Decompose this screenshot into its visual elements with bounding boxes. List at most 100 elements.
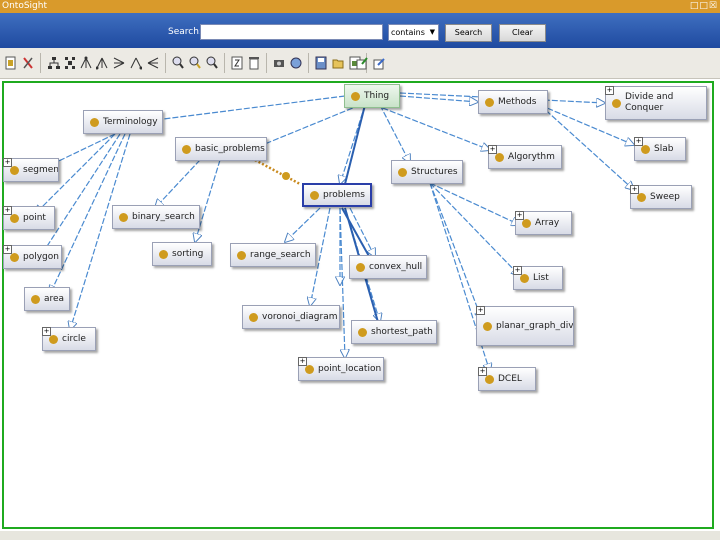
node-convex-hull[interactable]: convex_hull bbox=[349, 255, 427, 279]
node-planar-graph-division[interactable]: + planar_graph_division bbox=[476, 306, 574, 346]
node-label: binary_search bbox=[132, 212, 195, 222]
search-bar: Search: contains ▼ Search Clear bbox=[0, 13, 720, 48]
zoom-out-icon[interactable] bbox=[206, 56, 218, 70]
node-label: polygon bbox=[23, 252, 59, 262]
node-label: point bbox=[23, 213, 46, 223]
tree-left-alt-icon[interactable] bbox=[130, 56, 142, 70]
node-label: Structures bbox=[411, 167, 458, 177]
search-button[interactable]: Search bbox=[445, 24, 492, 42]
graph-canvas[interactable] bbox=[2, 81, 714, 529]
class-icon bbox=[182, 144, 191, 154]
expand-icon[interactable]: + bbox=[515, 211, 524, 220]
search-label: Search: bbox=[168, 27, 202, 37]
node-binary-search[interactable]: binary_search bbox=[112, 205, 200, 229]
expand-icon[interactable]: + bbox=[513, 266, 522, 275]
expand-icon[interactable]: + bbox=[298, 357, 307, 366]
toolbar-separator bbox=[266, 53, 267, 73]
node-shortest-path[interactable]: shortest_path bbox=[351, 320, 437, 344]
save-icon[interactable] bbox=[315, 56, 327, 70]
node-label: shortest_path bbox=[371, 327, 433, 337]
search-mode-select[interactable]: contains ▼ bbox=[388, 24, 439, 41]
tree-icon[interactable] bbox=[80, 56, 92, 70]
import-icon[interactable] bbox=[356, 56, 368, 70]
node-sweep[interactable]: + Sweep bbox=[630, 185, 692, 209]
node-divide-and-conquer[interactable]: + Divide and Conquer bbox=[605, 86, 707, 120]
class-icon bbox=[398, 167, 407, 177]
class-icon bbox=[90, 117, 99, 127]
node-label: DCEL bbox=[498, 374, 522, 384]
node-label: circle bbox=[62, 334, 86, 344]
sort-az-icon[interactable] bbox=[231, 56, 243, 70]
node-point[interactable]: + point bbox=[3, 206, 55, 230]
toolbar-separator bbox=[224, 53, 225, 73]
node-label: Divide and Conquer bbox=[625, 92, 674, 113]
expand-icon[interactable]: + bbox=[476, 306, 485, 315]
window-controls[interactable]: □□☒ bbox=[690, 0, 718, 13]
expand-icon[interactable]: + bbox=[605, 86, 614, 95]
node-algorythm[interactable]: + Algorythm bbox=[488, 145, 562, 169]
node-label: problems bbox=[323, 190, 365, 200]
node-dcel[interactable]: + DCEL bbox=[478, 367, 536, 391]
node-range-search[interactable]: range_search bbox=[230, 243, 316, 267]
cut-icon[interactable] bbox=[22, 56, 34, 70]
tree-alt-icon[interactable] bbox=[113, 56, 125, 70]
node-label: Methods bbox=[498, 97, 537, 107]
node-array[interactable]: + Array bbox=[515, 211, 572, 235]
class-icon bbox=[159, 249, 168, 259]
node-structures[interactable]: Structures bbox=[391, 160, 463, 184]
expand-icon[interactable]: + bbox=[488, 145, 497, 154]
open-icon[interactable] bbox=[332, 56, 344, 70]
expand-icon[interactable]: + bbox=[634, 137, 643, 146]
class-icon bbox=[249, 312, 258, 322]
title-bar: OntoSight □□☒ bbox=[0, 0, 720, 13]
node-segment[interactable]: + segment bbox=[3, 158, 59, 182]
node-basic-problems[interactable]: basic_problems bbox=[175, 137, 267, 161]
window-title: OntoSight bbox=[2, 1, 47, 11]
node-label: Algorythm bbox=[508, 152, 555, 162]
status-bar bbox=[0, 531, 720, 540]
delete-icon[interactable] bbox=[248, 56, 260, 70]
node-label: segment bbox=[23, 165, 58, 175]
node-polygon[interactable]: + polygon bbox=[3, 245, 62, 269]
node-point-location[interactable]: + point_location bbox=[298, 357, 384, 381]
search-mode-value: contains bbox=[391, 28, 425, 37]
class-icon bbox=[612, 98, 621, 108]
node-sorting[interactable]: sorting bbox=[152, 242, 212, 266]
node-circle[interactable]: + circle bbox=[42, 327, 96, 351]
hierarchy-alt-icon[interactable] bbox=[64, 56, 76, 70]
tree-right-icon[interactable] bbox=[147, 56, 159, 70]
share-icon[interactable] bbox=[373, 56, 385, 70]
class-icon bbox=[237, 250, 246, 260]
zoom-in-icon[interactable] bbox=[172, 56, 184, 70]
node-list[interactable]: + List bbox=[513, 266, 563, 290]
class-icon bbox=[119, 212, 128, 222]
clear-button[interactable]: Clear bbox=[499, 24, 546, 42]
chevron-down-icon: ▼ bbox=[429, 28, 435, 36]
expand-icon[interactable]: + bbox=[478, 367, 487, 376]
expand-icon[interactable]: + bbox=[630, 185, 639, 194]
node-label: Slab bbox=[654, 144, 674, 154]
node-label: area bbox=[44, 294, 65, 304]
expand-icon[interactable]: + bbox=[3, 206, 12, 215]
toolbar-separator bbox=[165, 53, 166, 73]
class-icon bbox=[310, 190, 319, 200]
node-methods[interactable]: Methods bbox=[478, 90, 548, 114]
node-terminology[interactable]: Terminology bbox=[83, 110, 163, 134]
class-icon bbox=[31, 294, 40, 304]
zoom-fit-icon[interactable] bbox=[189, 56, 201, 70]
node-slab[interactable]: + Slab bbox=[634, 137, 686, 161]
node-thing[interactable]: Thing bbox=[344, 84, 400, 108]
node-problems[interactable]: problems bbox=[302, 183, 372, 207]
expand-icon[interactable]: + bbox=[3, 158, 12, 167]
preferences-icon[interactable] bbox=[290, 56, 302, 70]
file-icon[interactable] bbox=[5, 56, 17, 70]
expand-icon[interactable]: + bbox=[3, 245, 12, 254]
node-area[interactable]: area bbox=[24, 287, 70, 311]
hierarchy-icon[interactable] bbox=[48, 56, 60, 70]
node-label: Array bbox=[535, 218, 560, 228]
search-input[interactable] bbox=[200, 24, 383, 40]
expand-icon[interactable]: + bbox=[42, 327, 51, 336]
tree-left-icon[interactable] bbox=[96, 56, 108, 70]
node-voronoi-diagram[interactable]: voronoi_diagram bbox=[242, 305, 340, 329]
camera-icon[interactable] bbox=[273, 56, 285, 70]
